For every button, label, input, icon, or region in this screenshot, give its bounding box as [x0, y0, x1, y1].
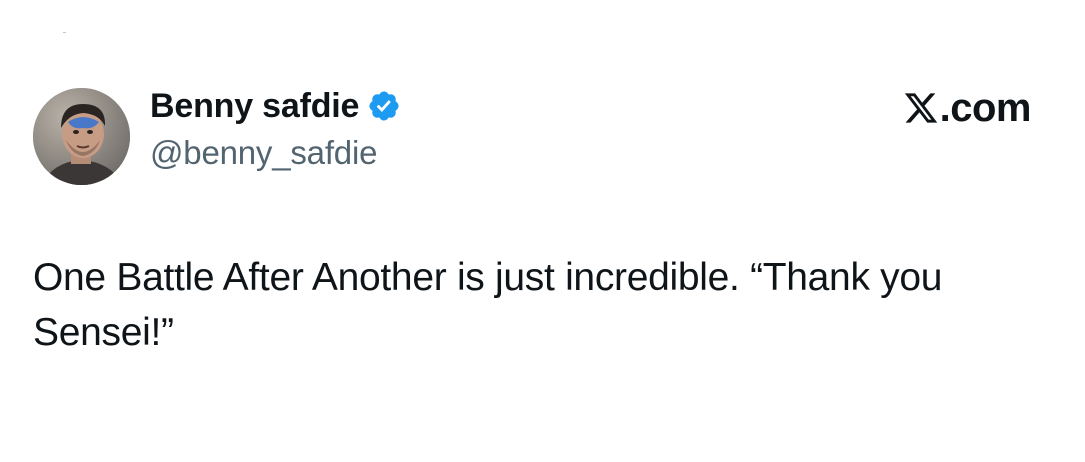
- author-display-name[interactable]: Benny safdie: [150, 87, 359, 126]
- brand-domain-text: .com: [939, 85, 1032, 130]
- author-name-row: Benny safdie: [150, 84, 401, 128]
- profile-photo: [33, 88, 130, 185]
- x-logo-icon: [903, 90, 939, 126]
- avatar[interactable]: [33, 88, 130, 185]
- tweet-text: One Battle After Another is just incredi…: [33, 256, 943, 354]
- stray-mark: [63, 32, 66, 33]
- verified-badge-icon: [367, 89, 401, 123]
- author-handle[interactable]: @benny_safdie: [150, 134, 377, 172]
- x-brand[interactable]: .com: [903, 85, 1032, 130]
